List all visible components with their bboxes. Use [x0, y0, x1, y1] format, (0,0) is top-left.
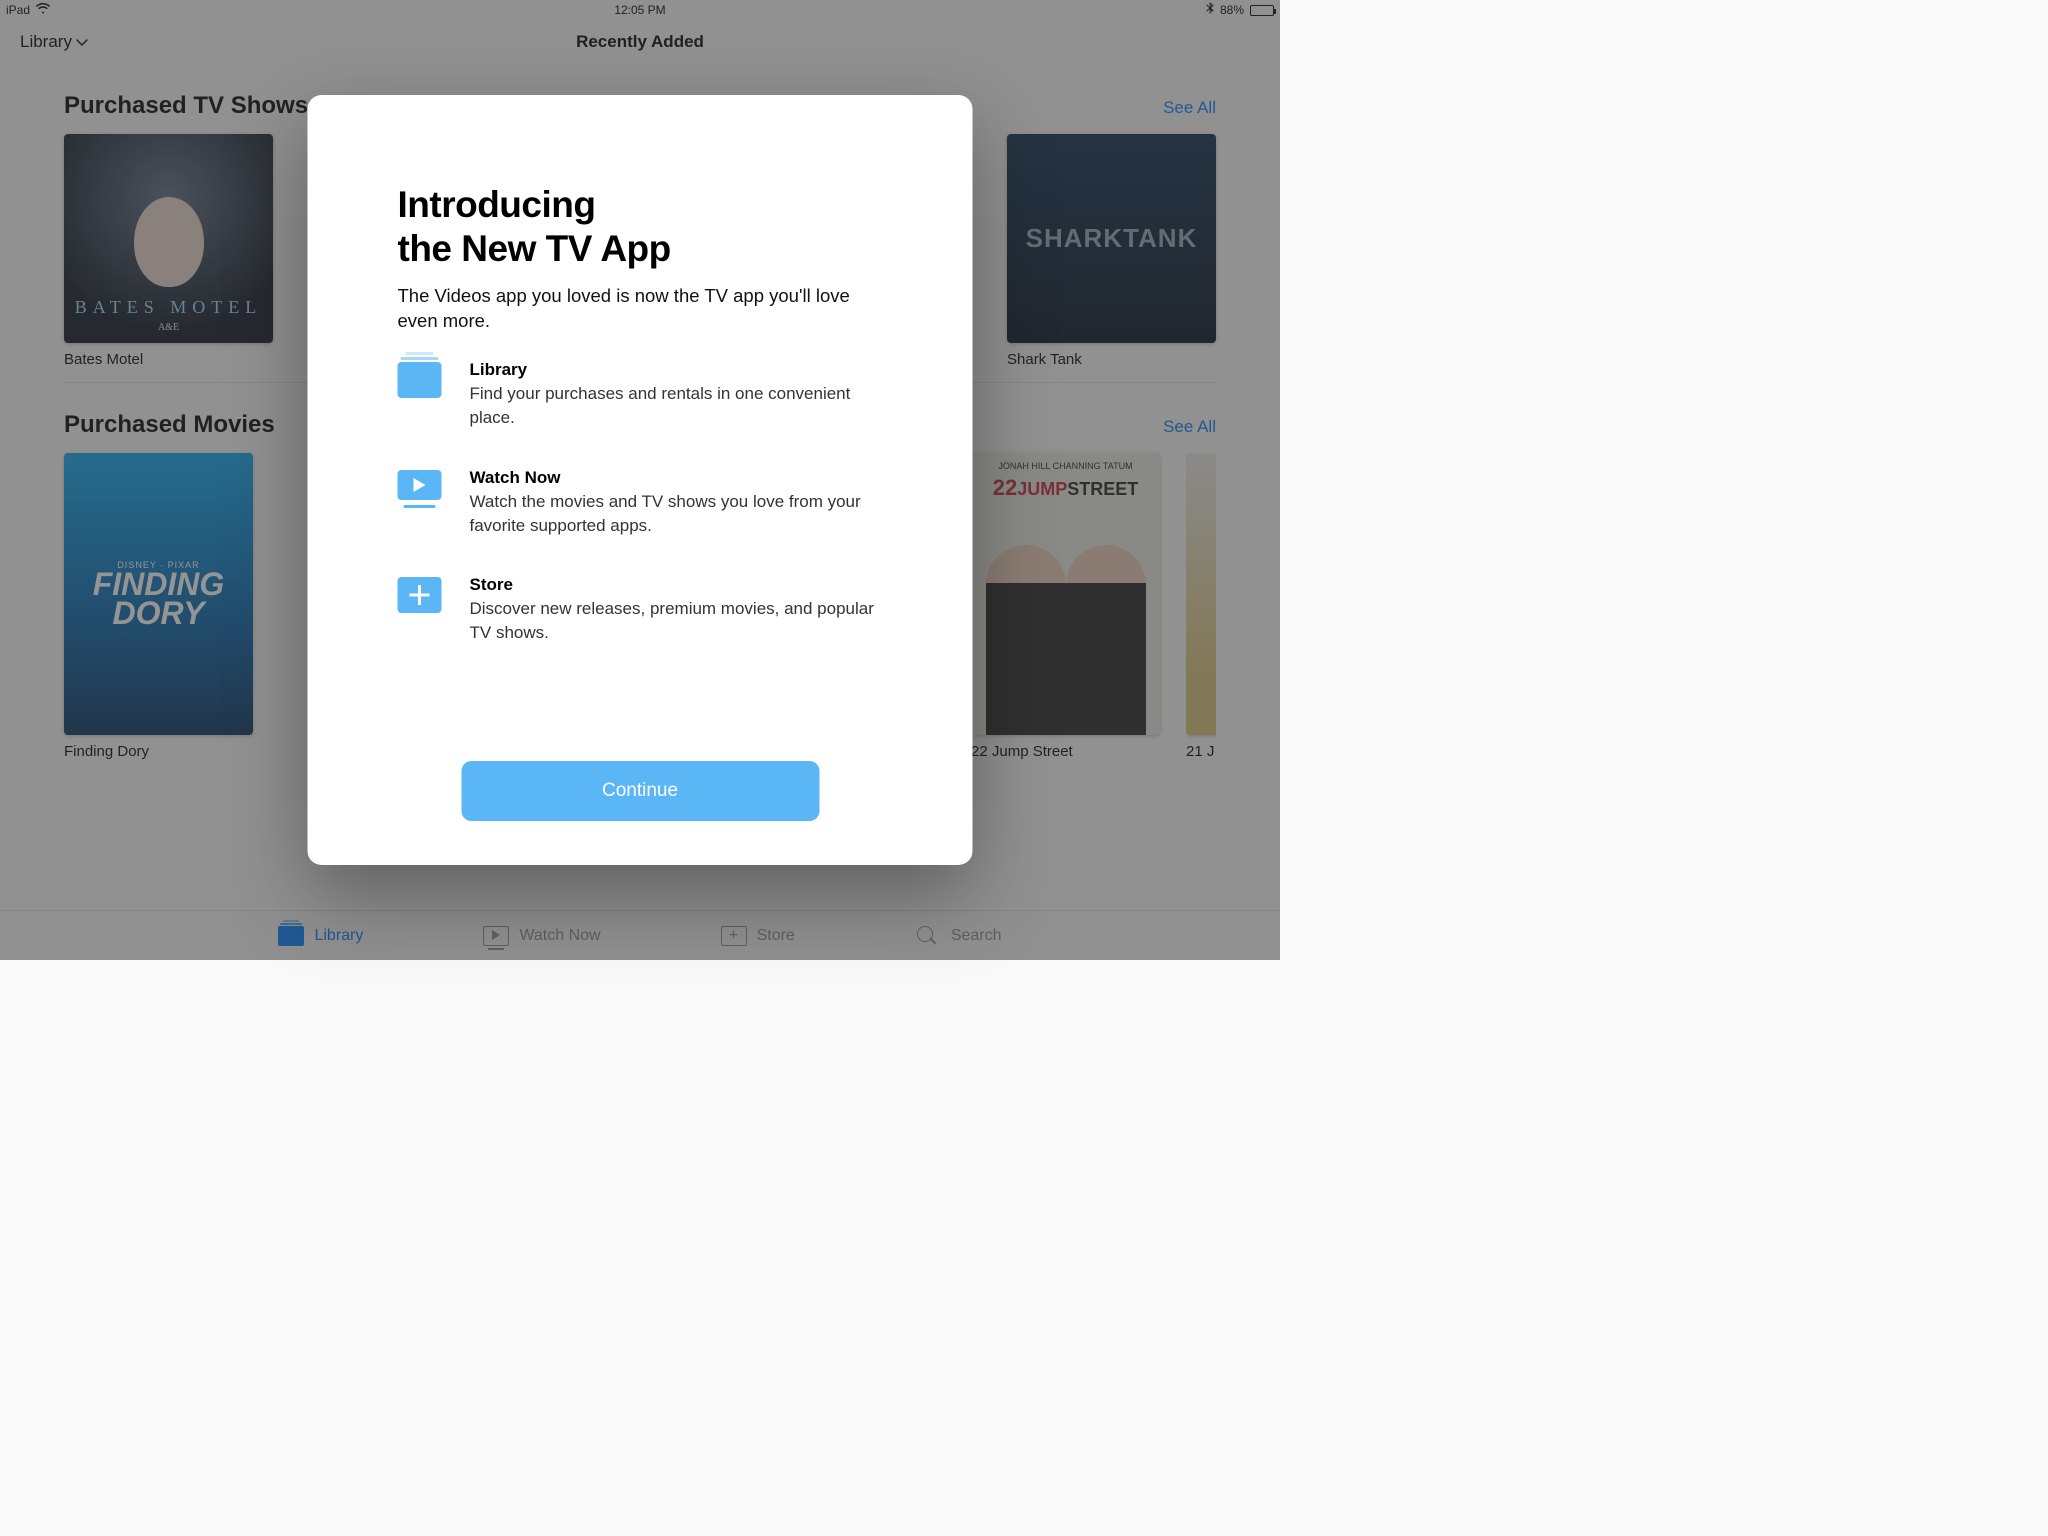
- modal-title: Introducingthe New TV App: [398, 183, 883, 270]
- feature-title: Watch Now: [470, 468, 883, 488]
- modal-subtitle: The Videos app you loved is now the TV a…: [398, 284, 883, 334]
- watch-now-icon: [398, 470, 442, 500]
- feature-watch-now: Watch Now Watch the movies and TV shows …: [398, 468, 883, 538]
- continue-button[interactable]: Continue: [461, 761, 819, 821]
- feature-desc: Watch the movies and TV shows you love f…: [470, 490, 883, 538]
- feature-title: Library: [470, 360, 883, 380]
- intro-modal: Introducingthe New TV App The Videos app…: [308, 95, 973, 865]
- library-icon: [398, 362, 442, 398]
- store-icon: [398, 577, 442, 613]
- feature-store: Store Discover new releases, premium mov…: [398, 575, 883, 645]
- feature-title: Store: [470, 575, 883, 595]
- feature-desc: Discover new releases, premium movies, a…: [470, 597, 883, 645]
- feature-library: Library Find your purchases and rentals …: [398, 360, 883, 430]
- feature-desc: Find your purchases and rentals in one c…: [470, 382, 883, 430]
